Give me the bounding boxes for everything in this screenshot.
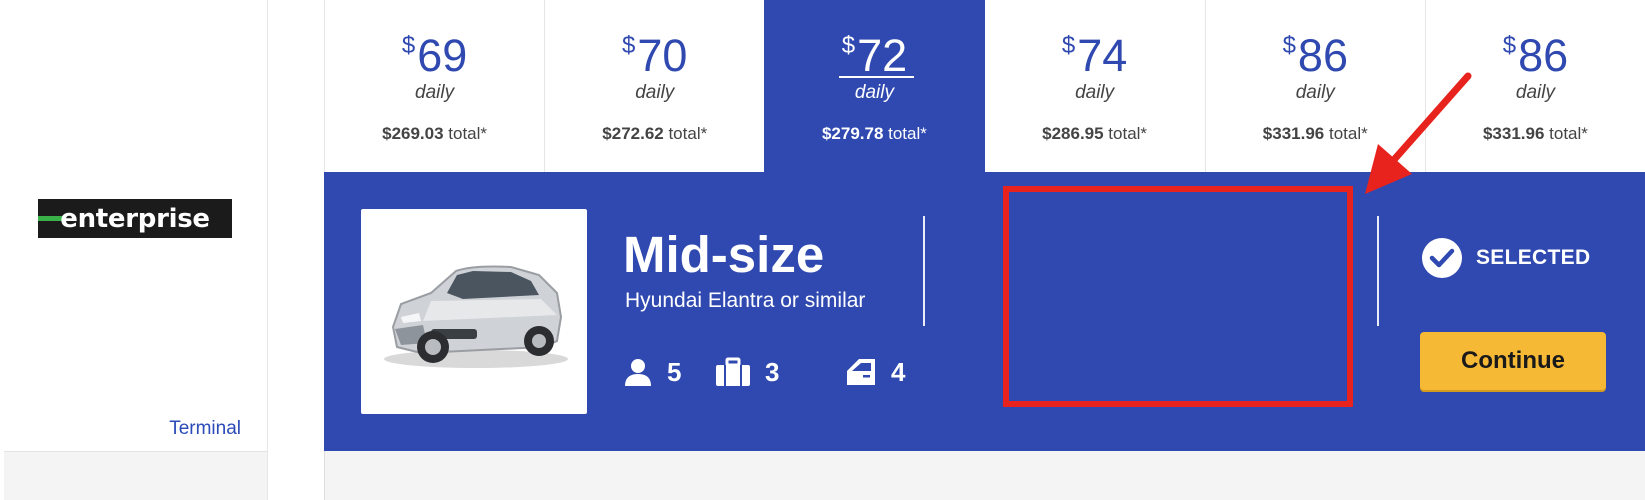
annotation-highlight-box [1003,186,1353,407]
car-class: Mid-size [623,226,825,283]
car-door-icon [847,359,875,385]
logo-text: enterprise [60,203,210,234]
price-option-3-selected[interactable]: $72 daily $279.78 total* [764,0,985,172]
door-count: 4 [891,356,906,387]
vendor-column: enterprise Terminal [0,0,268,451]
price-period: daily [1295,82,1335,103]
doors-feature: 4 [845,356,905,388]
continue-button[interactable]: Continue [1420,332,1606,390]
price-total: $269.03 total* [382,124,488,143]
car-option-card: Mid-size Hyundai Elantra or similar 5 3 … [324,172,1645,451]
bags-feature: 3 [715,356,779,388]
selected-label: SELECTED [1476,246,1591,269]
price-amount: $70 [622,30,688,81]
price-option-5[interactable]: $86 daily $331.96 total* [1204,0,1425,172]
price-option-1[interactable]: $69 daily $269.03 total* [324,0,545,172]
price-period: daily [1515,82,1555,103]
checkmark-icon [1422,238,1462,278]
terminal-link[interactable]: Terminal [169,418,241,440]
suitcase-icon [716,357,750,386]
price-amount: $86 [1502,30,1569,81]
gutter [268,451,324,500]
price-option-4[interactable]: $74 daily $286.95 total* [984,0,1205,172]
enterprise-logo: enterprise [38,199,232,238]
price-amount: $86 [1282,30,1348,81]
price-period: daily [1075,82,1115,103]
car-model: Hyundai Elantra or similar [625,289,866,312]
price-period: daily [635,82,675,103]
price-option-6[interactable]: $86 daily $331.96 total* [1424,0,1645,172]
passengers-feature: 5 [623,356,681,388]
selected-status: SELECTED [1422,238,1590,278]
price-period: daily [415,82,455,103]
price-amount: $72 [841,30,908,81]
price-total: $331.96 total* [1262,124,1368,143]
price-total: $331.96 total* [1482,124,1588,143]
price-options: $69 daily $269.03 total* $70 daily $272.… [324,0,1645,172]
price-total: $272.62 total* [602,124,708,143]
price-total: $286.95 total* [1042,124,1148,143]
selected-underline [839,76,915,78]
price-amount: $69 [401,30,468,81]
vendor-column-footer [4,451,268,500]
passenger-count: 5 [667,356,682,387]
price-period: daily [854,82,894,103]
price-amount: $74 [1061,30,1128,81]
car-image [361,209,587,414]
divider [923,216,925,326]
bag-count: 3 [765,356,780,387]
price-option-2[interactable]: $70 daily $272.62 total* [544,0,765,172]
results-footer [324,451,1645,500]
person-icon [625,359,651,386]
car-icon [384,265,568,368]
divider [1377,216,1379,326]
price-total: $279.78 total* [821,124,927,143]
